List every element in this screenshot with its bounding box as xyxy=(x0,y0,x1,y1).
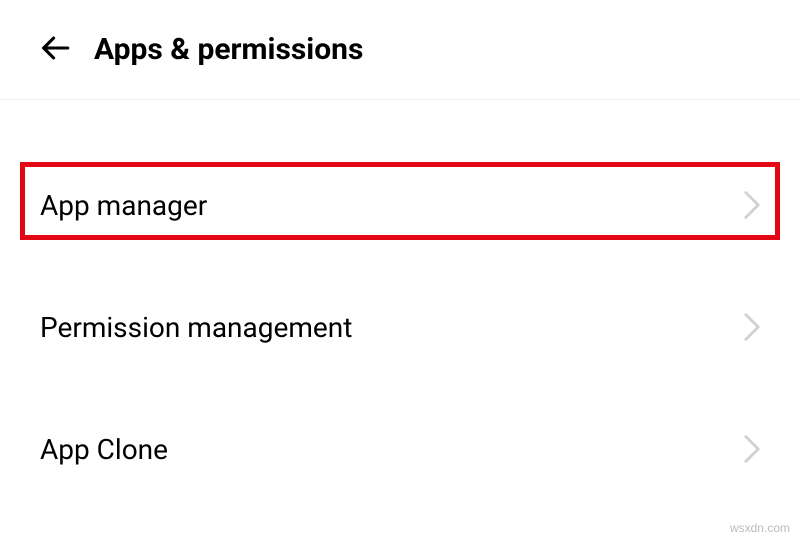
watermark: wsxdn.com xyxy=(730,521,790,535)
list-item-label: App Clone xyxy=(40,433,168,466)
chevron-right-icon xyxy=(744,313,760,341)
page-title: Apps & permissions xyxy=(94,32,363,67)
list-item-label: App manager xyxy=(40,189,207,222)
chevron-right-icon xyxy=(744,435,760,463)
back-button[interactable] xyxy=(30,25,80,75)
list-item-app-clone[interactable]: App Clone xyxy=(0,404,800,494)
header: Apps & permissions xyxy=(0,0,800,100)
chevron-right-icon xyxy=(744,191,760,219)
settings-list: App manager Permission management App Cl… xyxy=(0,100,800,494)
list-item-permission-management[interactable]: Permission management xyxy=(0,282,800,372)
list-item-label: Permission management xyxy=(40,311,352,344)
back-arrow-icon xyxy=(38,31,72,69)
list-item-app-manager[interactable]: App manager xyxy=(0,160,800,250)
